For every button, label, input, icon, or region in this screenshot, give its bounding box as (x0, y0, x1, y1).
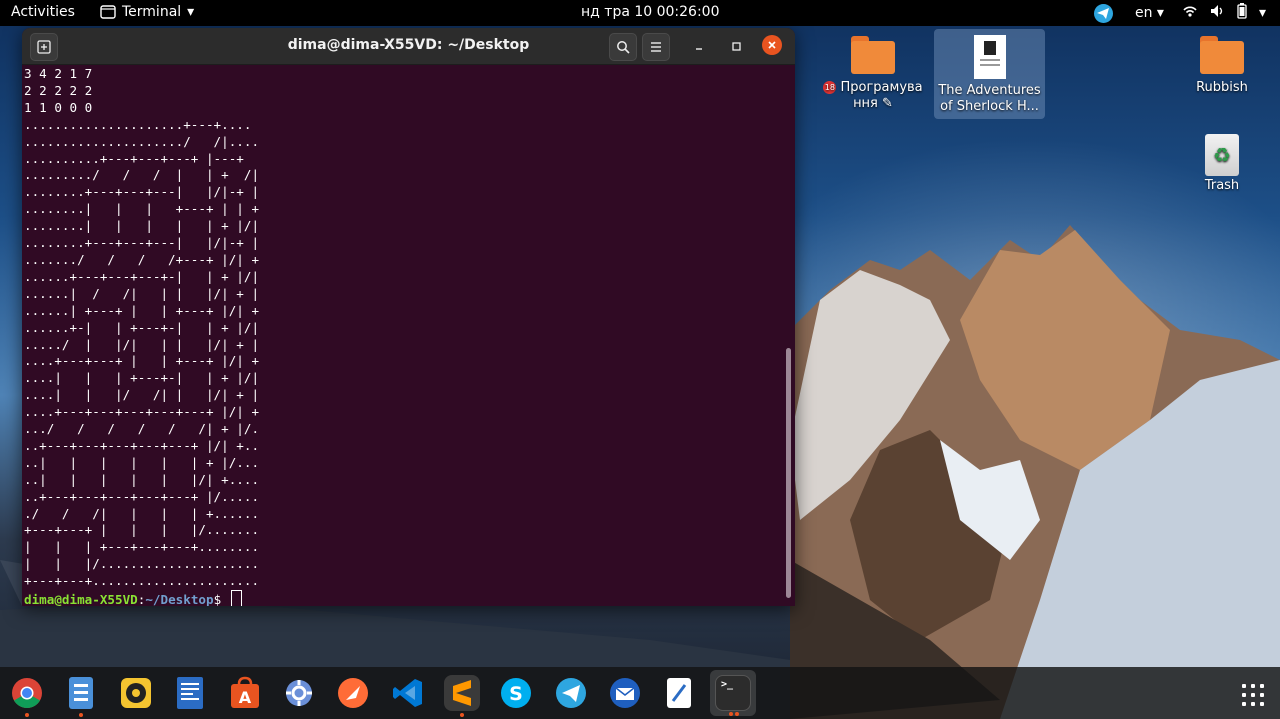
hamburger-icon (651, 42, 661, 52)
desktop-icon-label: Програмува ння ✎ (840, 80, 923, 111)
dock-telegram-button[interactable] (553, 675, 589, 711)
desktop-icon-rubbish-folder[interactable]: Rubbish (1186, 36, 1258, 96)
dock: A S >_ (0, 667, 1280, 719)
terminal-output-area[interactable]: 3 4 2 1 7 2 2 2 2 2 1 1 0 0 0 ..........… (24, 66, 784, 606)
dock-sublime-button[interactable] (444, 675, 480, 717)
show-applications-button[interactable] (1242, 684, 1264, 706)
dock-software-center-button[interactable]: A (227, 675, 263, 711)
desktop-icon-label: Rubbish (1196, 80, 1248, 95)
desktop-icon-programming-folder[interactable]: 18 Програмува ння ✎ (822, 36, 924, 112)
dock-files-button[interactable] (63, 675, 99, 717)
postman-icon (338, 678, 368, 708)
close-icon (768, 41, 776, 49)
window-title: dima@dima-X55VD: ~/Desktop (287, 37, 530, 53)
top-bar: Activities Terminal ▾ нд тра 10 00:26:00… (0, 0, 1280, 26)
app-menu[interactable]: Terminal ▾ (100, 4, 194, 20)
skype-icon: S (501, 678, 531, 708)
dock-document-viewer-button[interactable] (172, 675, 208, 711)
telegram-icon (556, 678, 586, 708)
svg-text:S: S (509, 683, 523, 705)
dock-chrome-button[interactable] (9, 675, 45, 717)
system-menu[interactable]: ▾ (1182, 3, 1266, 23)
dock-postman-button[interactable] (335, 675, 371, 711)
desktop-icon-sherlock-pdf[interactable]: The Adventures of Sherlock H... (934, 29, 1045, 119)
badge-18-icon: 18 (823, 81, 837, 94)
clock[interactable]: нд тра 10 00:26:00 (581, 4, 720, 20)
rhythmbox-icon (121, 678, 151, 708)
dock-vscode-button[interactable] (390, 675, 426, 711)
running-indicator (79, 713, 83, 717)
hamburger-menu-button[interactable] (642, 33, 670, 61)
running-indicator (460, 713, 464, 717)
telegram-tray-icon[interactable] (1093, 3, 1113, 23)
desktop-icon-label: The Adventures of Sherlock H... (938, 83, 1041, 114)
battery-icon (1237, 3, 1247, 23)
terminal-scrollbar[interactable] (786, 348, 791, 598)
terminal-output: 3 4 2 1 7 2 2 2 2 2 1 1 0 0 0 ..........… (24, 66, 260, 589)
sublime-icon (453, 680, 471, 706)
wifi-icon (1182, 4, 1198, 22)
thunderbird-icon (610, 678, 640, 708)
language-indicator[interactable]: en ▾ (1135, 5, 1164, 21)
gear-icon (286, 680, 312, 706)
desktop-icon-trash[interactable]: ♻ Trash (1190, 134, 1254, 194)
files-icon (69, 677, 93, 709)
dock-settings-button[interactable] (281, 675, 317, 711)
vscode-icon (393, 679, 422, 707)
search-button[interactable] (609, 33, 637, 61)
volume-icon (1210, 4, 1225, 22)
running-indicator (729, 712, 733, 716)
close-button[interactable] (762, 35, 782, 55)
language-label: en (1134, 5, 1153, 21)
text-cursor (230, 590, 242, 606)
prompt-user: dima@dima-X55VD (24, 592, 138, 606)
dock-rhythmbox-button[interactable] (118, 675, 154, 711)
terminal-prompt-icon: >_ (721, 679, 734, 690)
chevron-down-icon: ▾ (1258, 5, 1266, 21)
dock-text-editor-button[interactable] (661, 675, 697, 711)
terminal-app-icon (100, 5, 116, 19)
minimize-button[interactable] (686, 33, 712, 59)
document-thumbnail-icon (973, 35, 1006, 79)
desktop-icon-label: Trash (1204, 178, 1240, 193)
software-center-icon: A (231, 676, 259, 708)
activities-button[interactable]: Activities (11, 4, 75, 20)
running-indicator (25, 713, 29, 717)
app-menu-label: Terminal (122, 4, 182, 20)
maximize-button[interactable] (723, 33, 749, 59)
document-icon (177, 677, 203, 709)
maximize-icon (732, 42, 741, 51)
terminal-window[interactable]: dima@dima-X55VD: ~/Desktop 3 4 2 1 7 2 2… (22, 28, 795, 606)
prompt-path: ~/Desktop (145, 592, 214, 606)
dock-thunderbird-button[interactable] (607, 675, 643, 711)
folder-icon (1200, 36, 1244, 74)
folder-icon (851, 36, 895, 74)
svg-text:A: A (239, 688, 252, 707)
chrome-icon (12, 678, 42, 709)
prompt-symbol: $ (213, 592, 229, 606)
dock-terminal-button[interactable]: >_ (715, 675, 751, 716)
running-indicator (735, 712, 739, 716)
text-editor-icon (667, 678, 691, 708)
dock-skype-button[interactable]: S (498, 675, 534, 711)
minimize-icon (696, 48, 702, 50)
chevron-down-icon: ▾ (187, 4, 195, 20)
terminal-headerbar[interactable]: dima@dima-X55VD: ~/Desktop (22, 28, 795, 65)
search-icon (617, 41, 630, 54)
trash-icon: ♻ (1205, 134, 1239, 176)
